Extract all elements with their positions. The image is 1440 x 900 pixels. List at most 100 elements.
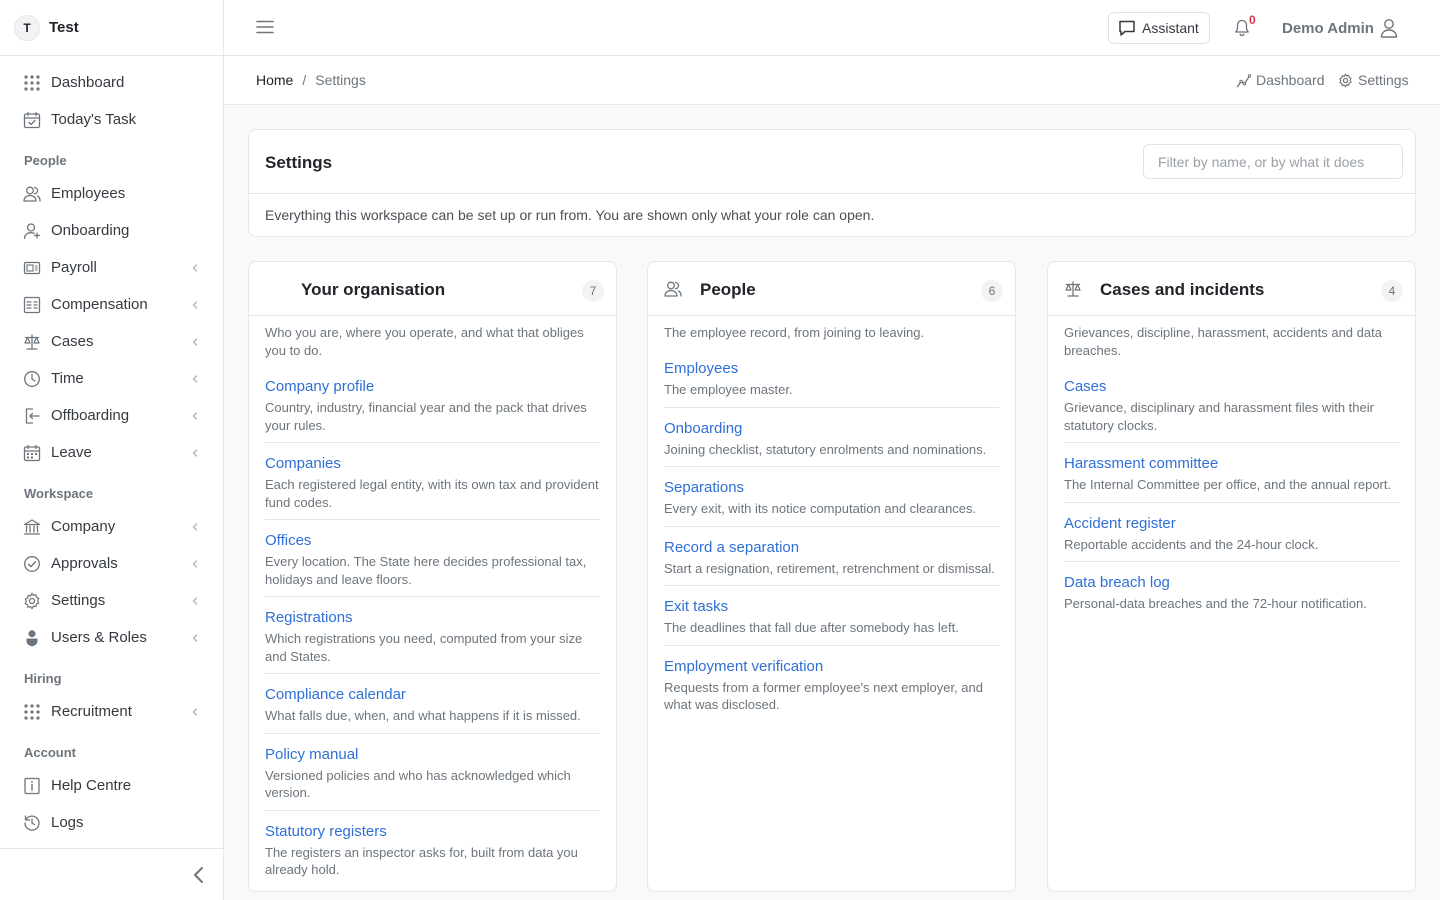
settings-entry-description: The Internal Committee per office, and t… [1064, 477, 1392, 492]
settings-link-accident-register[interactable]: Accident register [1064, 515, 1399, 532]
section-card-organisation: Your organisation 7 Who you are, where y… [248, 261, 617, 892]
settings-link-record-a-separation[interactable]: Record a separation [664, 539, 999, 556]
settings-link-offices[interactable]: Offices [265, 532, 600, 549]
section-card-people: People 6 The employee record, from joini… [647, 261, 1016, 892]
settings-entry-description: Requests from a former employee's next e… [664, 679, 983, 713]
settings-entry-description: The registers an inspector asks for, bui… [265, 844, 578, 878]
compensation-icon [23, 296, 41, 313]
sidebar-item-label: Compensation [51, 296, 148, 313]
assistant-button[interactable]: Assistant [1108, 12, 1210, 44]
sidebar-item-help-centre[interactable]: Help Centre [0, 767, 223, 804]
settings-link-company-profile[interactable]: Company profile [265, 378, 600, 395]
menu-toggle-icon[interactable] [256, 18, 274, 36]
settings-link-companies[interactable]: Companies [265, 455, 600, 472]
chevron-left-icon [192, 559, 198, 568]
sidebar-item-label: Payroll [51, 259, 97, 276]
brand-name: Test [49, 19, 79, 36]
nav-section-heading: Workspace [24, 486, 94, 501]
settings-entry-description: Grievance, disciplinary and harassment f… [1064, 400, 1374, 433]
section-description: Who you are, where you operate, and what… [265, 325, 584, 358]
sidebar-item-label: Approvals [51, 555, 118, 572]
chart-line-icon [1236, 73, 1251, 87]
brand-avatar: T [14, 14, 40, 41]
sidebar-item-company[interactable]: Company [0, 508, 223, 545]
sidebar-item-dashboard[interactable]: Dashboard [0, 64, 223, 101]
sidebar-item-employees[interactable]: Employees [0, 175, 223, 212]
user-icon[interactable] [1380, 18, 1398, 38]
sidebar-item-label: Time [51, 370, 84, 387]
sidebar-item-time[interactable]: Time [0, 360, 223, 397]
sidebar-item-label: Offboarding [51, 407, 130, 424]
sidebar-item-label: Dashboard [51, 74, 125, 91]
user-shield-icon [26, 629, 38, 646]
settings-link-separations[interactable]: Separations [664, 479, 999, 496]
quick-link-settings-label: Settings [1358, 72, 1409, 88]
brand[interactable]: T Test [0, 0, 223, 56]
user-name[interactable]: Demo Admin [1282, 20, 1374, 37]
sidebar-footer [0, 848, 223, 900]
settings-entry-description: Joining checklist, statutory enrolments … [664, 441, 987, 457]
sidebar-item-compensation[interactable]: Compensation [0, 286, 223, 323]
sidebar-item-payroll[interactable]: Payroll [0, 249, 223, 286]
sidebar-item-cases[interactable]: Cases [0, 323, 223, 360]
settings-entry-description: The deadlines that fall due after somebo… [664, 620, 959, 635]
settings-entry-description: Each registered legal entity, with its o… [265, 477, 599, 510]
settings-link-compliance-calendar[interactable]: Compliance calendar [265, 686, 600, 703]
settings-link-registrations[interactable]: Registrations [265, 609, 600, 626]
settings-link-harassment-committee[interactable]: Harassment committee [1064, 455, 1399, 472]
settings-link-onboarding[interactable]: Onboarding [664, 420, 999, 437]
sidebar-item-label: Users & Roles [51, 629, 147, 646]
breadcrumb-bar: Home / Settings Dashboard Settings [224, 56, 1440, 105]
sidebar-item-logs[interactable]: Logs [0, 804, 223, 841]
sidebar-item-users-and-roles[interactable]: Users & Roles [0, 619, 223, 656]
quick-link-settings[interactable]: Settings [1338, 72, 1409, 88]
filter-input[interactable] [1143, 144, 1403, 179]
settings-entry-description: Personal-data breaches and the 72-hour n… [1064, 596, 1367, 611]
calendar-icon [23, 444, 41, 461]
chevron-left-icon [192, 596, 198, 605]
breadcrumb-home-link[interactable]: Home [256, 72, 293, 88]
settings-entry: Accident register Reportable accidents an… [1064, 503, 1399, 562]
settings-link-statutory-registers[interactable]: Statutory registers [265, 823, 600, 840]
gear-icon [24, 592, 40, 609]
settings-link-policy-manual[interactable]: Policy manual [265, 746, 600, 763]
chevron-left-icon [192, 411, 198, 420]
breadcrumb: Home / Settings [256, 72, 366, 88]
settings-link-data-breach-log[interactable]: Data breach log [1064, 574, 1399, 591]
section-title: Your organisation [301, 280, 446, 299]
section-body: The employee record, from joining to lea… [648, 316, 1015, 722]
quick-link-dashboard[interactable]: Dashboard [1236, 72, 1325, 88]
settings-entry: Record a separation Start a resignation, … [664, 527, 999, 586]
assistant-label: Assistant [1142, 20, 1199, 36]
notification-bell-icon[interactable] [1234, 19, 1250, 37]
settings-entry-description: Start a resignation, retirement, retrenc… [664, 560, 995, 576]
section-body: Grievances, discipline, harassment, acci… [1048, 316, 1415, 621]
settings-entry: Onboarding Joining checklist, statutory e… [664, 408, 999, 467]
sidebar-item-approvals[interactable]: Approvals [0, 545, 223, 582]
settings-entry-description: The employee master. [664, 382, 793, 397]
grid-icon [24, 703, 40, 720]
settings-entry-description: Country, industry, financial year and th… [265, 400, 587, 433]
settings-link-employees[interactable]: Employees [664, 360, 999, 377]
settings-link-employment-verification[interactable]: Employment verification [664, 658, 999, 675]
sidebar-item-settings[interactable]: Settings [0, 582, 223, 619]
sidebar-item-onboarding[interactable]: Onboarding [0, 212, 223, 249]
sidebar-item-recruitment[interactable]: Recruitment [0, 693, 223, 730]
settings-entry: Policy manual Versioned policies and who … [265, 734, 600, 811]
sidebar-item-label: Leave [51, 444, 92, 461]
section-header: Your organisation 7 [249, 262, 616, 316]
section-description: Grievances, discipline, harassment, acci… [1064, 325, 1382, 358]
section-title: People [700, 280, 756, 299]
calendar-check-icon [23, 111, 41, 128]
gear-icon [1339, 73, 1352, 87]
settings-link-cases[interactable]: Cases [1064, 378, 1399, 395]
sidebar-item-today-s-task[interactable]: Today's Task [0, 101, 223, 138]
sidebar-item-label: Logs [51, 814, 84, 831]
settings-link-exit-tasks[interactable]: Exit tasks [664, 598, 999, 615]
sidebar-item-label: Recruitment [51, 703, 132, 720]
settings-entry-description: Versioned policies and who has acknowled… [265, 767, 571, 801]
sidebar-item-leave[interactable]: Leave [0, 434, 223, 471]
collapse-sidebar-icon[interactable] [191, 865, 207, 885]
nav-section-heading: Hiring [24, 671, 62, 686]
sidebar-item-offboarding[interactable]: Offboarding [0, 397, 223, 434]
